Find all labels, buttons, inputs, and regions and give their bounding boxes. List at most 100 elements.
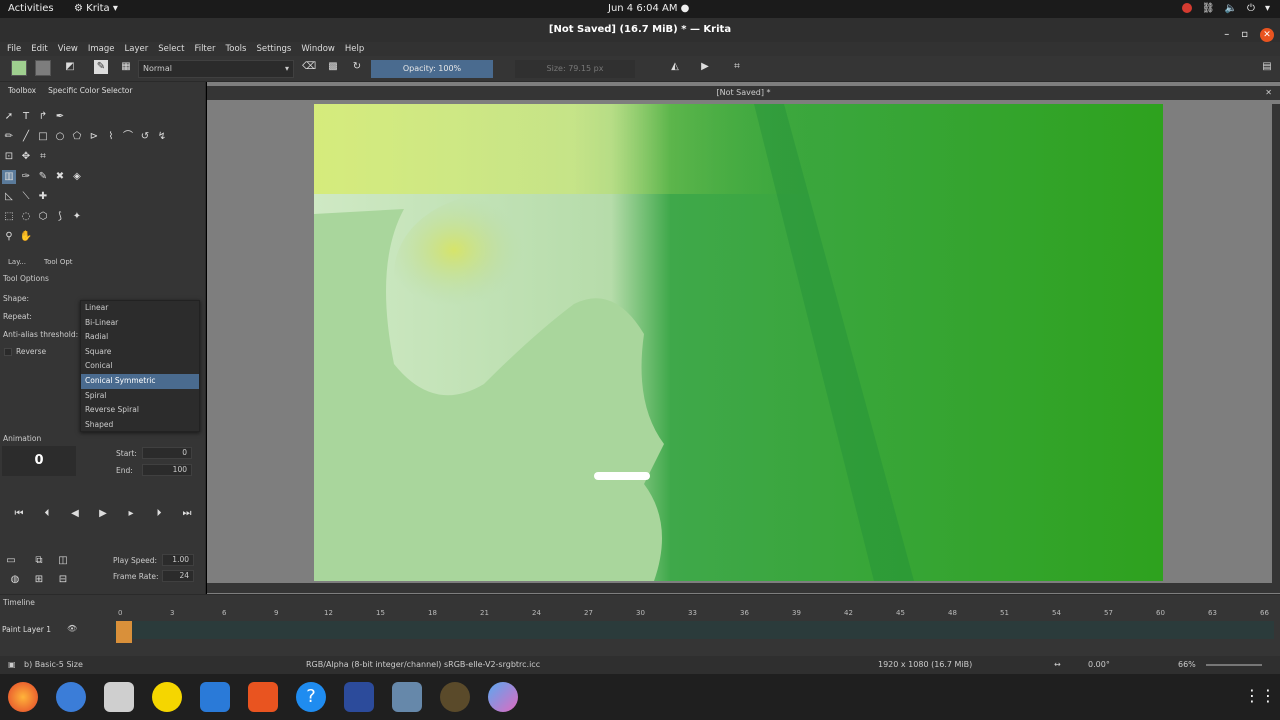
dynamic-brush-icon[interactable]: ↺ xyxy=(138,130,152,144)
menu-view[interactable]: View xyxy=(58,42,78,56)
krita-icon[interactable] xyxy=(488,682,518,712)
rectangle-tool-icon[interactable]: □ xyxy=(36,130,50,144)
menu-layer[interactable]: Layer xyxy=(125,42,149,56)
system-tray[interactable]: ⛓ 🔈 ⏻ ▾ xyxy=(1181,3,1270,14)
option-conical[interactable]: Conical xyxy=(81,359,199,374)
image-canvas[interactable] xyxy=(314,104,1163,581)
horizontal-scrollbar[interactable] xyxy=(207,583,1280,593)
close-button[interactable]: ✕ xyxy=(1260,28,1274,42)
color-picker-icon[interactable]: ✑ xyxy=(19,170,33,184)
line-tool-icon[interactable]: ╱ xyxy=(19,130,33,144)
move-tool-icon[interactable]: ✥ xyxy=(19,150,33,164)
close-icon[interactable]: ✕ xyxy=(1265,86,1272,100)
visibility-icon[interactable]: 👁 xyxy=(67,624,77,633)
add-keyframe-icon[interactable]: ⊞ xyxy=(32,573,46,587)
software-center-icon[interactable] xyxy=(248,682,278,712)
tab-tool-options[interactable]: Tool Opt xyxy=(44,258,73,266)
polygon-tool-icon[interactable]: ⬠ xyxy=(70,130,84,144)
crosshair-app-icon[interactable] xyxy=(440,682,470,712)
menu-help[interactable]: Help xyxy=(345,42,364,56)
previous-frame-icon[interactable]: ◀ xyxy=(68,507,82,521)
firefox-icon[interactable] xyxy=(8,682,38,712)
colorize-mask-icon[interactable]: ✎ xyxy=(36,170,50,184)
tab-specific-color-selector[interactable]: Specific Color Selector xyxy=(48,86,132,100)
menu-image[interactable]: Image xyxy=(88,42,115,56)
onion-skin-icon[interactable]: ▭ xyxy=(4,554,18,568)
option-radial[interactable]: Radial xyxy=(81,330,199,345)
fill-patterns-icon[interactable]: ▦ xyxy=(119,60,133,74)
background-color-swatch[interactable] xyxy=(35,60,51,76)
bezier-tool-icon[interactable]: ⌇ xyxy=(104,130,118,144)
zoom-slider[interactable] xyxy=(1206,664,1262,666)
help-icon[interactable]: ? xyxy=(296,682,326,712)
rotation-icon[interactable]: ↔ xyxy=(1054,656,1061,674)
reload-preset-icon[interactable]: ↻ xyxy=(350,60,364,74)
next-keyframe-icon[interactable]: ⏵ xyxy=(152,507,166,521)
option-square[interactable]: Square xyxy=(81,345,199,360)
transform-tool-icon[interactable]: ⊡ xyxy=(2,150,16,164)
rhythmbox-icon[interactable] xyxy=(152,682,182,712)
option-conical-symmetric[interactable]: Conical Symmetric xyxy=(81,373,199,389)
option-linear[interactable]: Linear xyxy=(81,301,199,316)
canvas-only-icon[interactable]: ▤ xyxy=(1260,60,1274,74)
text-tool-icon[interactable]: T xyxy=(19,110,33,124)
rect-select-icon[interactable]: ⬚ xyxy=(2,210,16,224)
measure-tool-icon[interactable]: ⟍ xyxy=(19,190,33,204)
play-speed-field[interactable]: 1.00 xyxy=(162,554,194,566)
layer-name[interactable]: Paint Layer 1 xyxy=(2,625,51,634)
menu-edit[interactable]: Edit xyxy=(31,42,47,56)
ellipse-tool-icon[interactable]: ○ xyxy=(53,130,67,144)
playback-options-icon[interactable]: ◫ xyxy=(56,554,70,568)
smart-patch-icon[interactable]: ✖ xyxy=(53,170,67,184)
previous-keyframe-icon[interactable]: ⏴ xyxy=(40,507,54,521)
wrap-around-icon[interactable]: ⌗ xyxy=(730,60,744,74)
option-spiral[interactable]: Spiral xyxy=(81,389,199,404)
freehand-select-icon[interactable]: ⟆ xyxy=(53,210,67,224)
menu-filter[interactable]: Filter xyxy=(194,42,215,56)
start-field[interactable]: 0 xyxy=(142,447,192,459)
pan-tool-icon[interactable]: ✋ xyxy=(19,230,33,244)
clock[interactable]: Jun 4 6:04 AM ● xyxy=(608,3,689,14)
show-apps-icon[interactable]: ⋮⋮ xyxy=(1244,686,1276,705)
menu-window[interactable]: Window xyxy=(301,42,335,56)
zoom-tool-icon[interactable]: ⚲ xyxy=(2,230,16,244)
reference-images-icon[interactable]: ✚ xyxy=(36,190,50,204)
document-tab[interactable]: [Not Saved] * ✕ xyxy=(207,86,1280,100)
edit-shapes-icon[interactable]: ↱ xyxy=(36,110,50,124)
timeline-ruler[interactable]: 0 3 6 9 12 15 18 21 24 27 30 33 36 39 42… xyxy=(114,609,1274,619)
menu-select[interactable]: Select xyxy=(158,42,184,56)
audio-icon[interactable]: ◍ xyxy=(8,573,22,587)
calligraphy-icon[interactable]: ✒ xyxy=(53,110,67,124)
drop-frames-icon[interactable]: ⧉ xyxy=(32,554,46,568)
writer-icon[interactable] xyxy=(200,682,230,712)
mirror-horizontal-icon[interactable]: ◭ xyxy=(668,60,682,74)
end-field[interactable]: 100 xyxy=(142,464,192,476)
menu-settings[interactable]: Settings xyxy=(256,42,291,56)
preserve-alpha-icon[interactable]: ▩ xyxy=(326,60,340,74)
brush-preset-icon[interactable]: ✎ xyxy=(94,60,108,74)
blend-mode-select[interactable]: Normal ▾ xyxy=(138,60,294,78)
eraser-icon[interactable]: ⌫ xyxy=(302,60,316,74)
current-frame-field[interactable]: 0 xyxy=(2,446,76,476)
fill-tool-icon[interactable]: ◈ xyxy=(70,170,84,184)
app-menu[interactable]: ⚙ Krita ▾ xyxy=(74,3,118,14)
play-icon[interactable]: ▶ xyxy=(96,507,110,521)
reverse-checkbox[interactable] xyxy=(4,348,12,356)
first-frame-icon[interactable]: ⏮ xyxy=(12,507,26,521)
select-shapes-icon[interactable]: ➚ xyxy=(2,110,16,124)
assistant-tool-icon[interactable]: ◺ xyxy=(2,190,16,204)
menu-file[interactable]: File xyxy=(7,42,21,56)
polygon-select-icon[interactable]: ⬡ xyxy=(36,210,50,224)
gradient-tool-icon[interactable]: ▥ xyxy=(2,170,16,184)
crop-tool-icon[interactable]: ⌗ xyxy=(36,150,50,164)
remove-keyframe-icon[interactable]: ⊟ xyxy=(56,573,70,587)
brush-tool-icon[interactable]: ✏ xyxy=(2,130,16,144)
playhead[interactable] xyxy=(116,621,132,643)
menu-tools[interactable]: Tools xyxy=(226,42,247,56)
ellipse-select-icon[interactable]: ◌ xyxy=(19,210,33,224)
timeline-track[interactable] xyxy=(114,621,1274,639)
screen-share-icon[interactable] xyxy=(344,682,374,712)
files-icon[interactable] xyxy=(104,682,134,712)
opacity-slider[interactable]: Opacity: 100% xyxy=(371,60,493,78)
next-frame-icon[interactable]: ▸ xyxy=(124,507,138,521)
